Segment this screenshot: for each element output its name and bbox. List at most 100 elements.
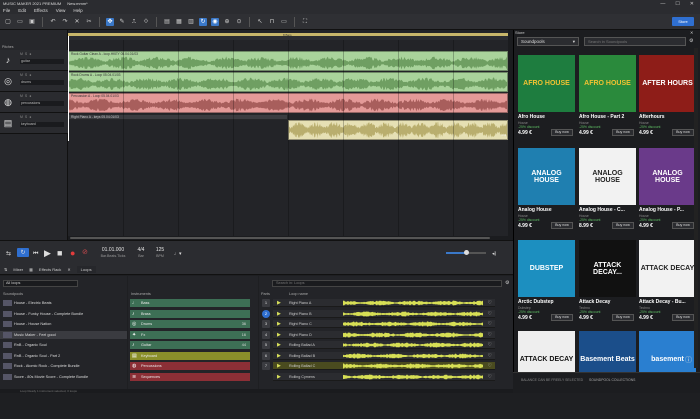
record-button[interactable]: ●	[29, 115, 31, 120]
instrument-item[interactable]: ♩ Bass	[130, 299, 250, 307]
part-button[interactable]: 5	[262, 341, 270, 349]
preview-play-icon[interactable]: ▶	[277, 353, 281, 359]
favorite-icon[interactable]: ♡	[488, 352, 492, 360]
loop-item[interactable]: ▶ Right Piano A ♡	[273, 299, 495, 307]
solo-button[interactable]: S	[25, 115, 27, 120]
track-name[interactable]: keyboard	[20, 122, 64, 127]
soundpool-item[interactable]: RnB - Organic Soul - Part 2	[0, 352, 127, 360]
soundpool-card[interactable]: AFRO HOUSE Afro House House -25% discount 4.…	[518, 55, 575, 143]
menu-file[interactable]: File	[3, 8, 10, 13]
buy-now-button[interactable]: Buy now	[612, 129, 634, 136]
menu-effects[interactable]: Effects	[34, 8, 48, 13]
soundpool-item[interactable]: Score - 80s Movie Score - Complete Bundl…	[0, 373, 127, 381]
favorite-icon[interactable]: ♡	[488, 362, 492, 370]
store-settings-icon[interactable]: ⚙	[689, 38, 693, 44]
loop-item[interactable]: ▶ Rolling Ballad A ♡	[273, 341, 495, 349]
tab-effects-rack[interactable]: Effects Rack	[39, 267, 61, 272]
menu-help[interactable]: Help	[73, 8, 82, 13]
soundpool-card[interactable]: ANALOG HOUSE Analog House House -25% discou…	[518, 148, 575, 236]
split-icon[interactable]: ⎍	[130, 18, 138, 26]
instrument-item[interactable]: ◍ Percussions	[130, 362, 250, 370]
track-header-2[interactable]: ◎ M S ● drums	[0, 71, 68, 92]
part-button[interactable]: 4	[262, 330, 270, 339]
loop-item[interactable]: ▶ Rolling Ballad B ♡	[273, 351, 495, 360]
track-name[interactable]: percussions	[20, 101, 64, 106]
loop-item[interactable]: ▶ Right Piano C ♡	[273, 320, 495, 328]
buy-now-button[interactable]: Buy now	[551, 314, 573, 321]
preview-play-icon[interactable]: ▶	[277, 321, 281, 327]
metronome-icon[interactable]: ◉	[211, 17, 219, 26]
store-button[interactable]: Store	[672, 17, 694, 26]
delete-icon[interactable]: ✕	[73, 18, 81, 26]
loop-icon[interactable]: ↻	[199, 17, 207, 26]
soundpool-card[interactable]: AFRO HOUSE Afro House - Part 2 House -25% d…	[579, 55, 636, 143]
mixer-toggle-icon[interactable]: ⇆	[6, 249, 11, 259]
preview-play-icon[interactable]: ▶	[277, 332, 281, 338]
favorite-icon[interactable]: ♡	[488, 320, 492, 328]
instrument-item[interactable]: ◎ Drums 36	[130, 320, 250, 328]
preview-play-icon[interactable]: ▶	[277, 300, 281, 306]
cover-art[interactable]: AFRO HOUSE	[518, 55, 575, 112]
menu-view[interactable]: View	[56, 8, 66, 13]
undo-icon[interactable]: ↶	[49, 18, 57, 26]
store-footer-collections[interactable]: SOUNDPOOL COLLECTIONS	[589, 378, 635, 382]
time-display[interactable]: 01.01.000	[100, 247, 126, 253]
preview-play-icon[interactable]: ▶	[277, 374, 281, 380]
menu-edit[interactable]: Edit	[18, 8, 26, 13]
store-category-select[interactable]: Soundpools ▾	[517, 37, 579, 46]
soundpool-card[interactable]: ANALOG HOUSE Analog House - C... House -25%…	[579, 148, 636, 236]
close-icon[interactable]: ✕	[690, 30, 693, 35]
soundpool-item[interactable]: House - House Nation	[0, 320, 127, 328]
mouse-mode-icon[interactable]: ✥	[106, 17, 114, 26]
tab-effects-icon[interactable]: ▦	[29, 267, 33, 272]
favorite-icon[interactable]: ♡	[488, 310, 492, 318]
soundpool-card[interactable]: DUBSTEP Arctic Dubstep Dubstep -25% discoun…	[518, 240, 575, 328]
volume-knob[interactable]	[464, 250, 469, 255]
store-search-input[interactable]: Search in Soundpools	[584, 37, 686, 46]
settings-icon[interactable]: ⚙	[505, 280, 509, 286]
loop-item[interactable]: ▶ Rolling Ballad C ♡	[273, 362, 495, 370]
cover-art[interactable]: ATTACK DECAY...	[579, 240, 636, 297]
solo-button[interactable]: S	[25, 94, 27, 99]
grid-icon[interactable]: ▦	[175, 18, 183, 26]
preview-play-icon[interactable]: ▶	[277, 363, 281, 369]
soundpool-item[interactable]: RnB - Organic Soul	[0, 341, 127, 349]
open-icon[interactable]: ▭	[16, 18, 24, 26]
cover-art[interactable]: AFRO HOUSE	[579, 55, 636, 112]
screen-icon[interactable]: ▭	[280, 18, 288, 26]
bpm-display[interactable]: 125	[153, 247, 167, 253]
cover-art[interactable]: ANALOG HOUSE	[518, 148, 575, 205]
stop-record-icon[interactable]: ⊘	[82, 248, 88, 258]
meter-display[interactable]: 4/4	[135, 247, 147, 253]
new-icon[interactable]: ▢	[4, 18, 12, 26]
instrument-item[interactable]: ≋ Sequences	[130, 372, 250, 381]
instrument-item[interactable]: ▤ Keyboard	[130, 351, 250, 360]
soundpool-item[interactable]: Music Maker - Feel good	[0, 330, 127, 339]
tab-mixer-icon[interactable]: ⇅	[4, 267, 7, 272]
stop-icon[interactable]: ■	[57, 248, 62, 258]
store-scrollbar[interactable]	[694, 48, 698, 368]
buy-now-button[interactable]: Buy now	[672, 314, 694, 321]
mute-button[interactable]: M	[20, 115, 23, 120]
record-button[interactable]: ●	[29, 94, 31, 99]
instrument-item[interactable]: ♪ Guitar 44	[130, 341, 250, 349]
track-name[interactable]: drums	[20, 80, 64, 85]
favorite-icon[interactable]: ♡	[488, 373, 492, 381]
loops-search-input[interactable]: Search in: Loops	[272, 280, 502, 287]
mute-button[interactable]: M	[20, 73, 23, 78]
redo-icon[interactable]: ↷	[61, 18, 69, 26]
favorite-icon[interactable]: ♡	[488, 341, 492, 349]
record-icon[interactable]: ●	[70, 248, 75, 258]
mute-button[interactable]: M	[20, 52, 23, 57]
speaker-icon[interactable]: ◂)	[492, 249, 496, 259]
record-button[interactable]: ●	[29, 52, 31, 57]
maximize-button[interactable]: ☐	[675, 1, 679, 7]
buy-now-button[interactable]: Buy now	[612, 222, 634, 229]
rewind-icon[interactable]: ⏮	[33, 249, 38, 259]
help-icon[interactable]: ⓘ	[685, 355, 692, 365]
magnet-icon[interactable]: ⊓	[268, 18, 276, 26]
tab-loops[interactable]: Loops	[76, 266, 96, 273]
tab-mixer[interactable]: Mixer	[13, 267, 23, 272]
instrument-item[interactable]: ♪ Brass	[130, 309, 250, 318]
part-button[interactable]: 2	[262, 309, 270, 318]
